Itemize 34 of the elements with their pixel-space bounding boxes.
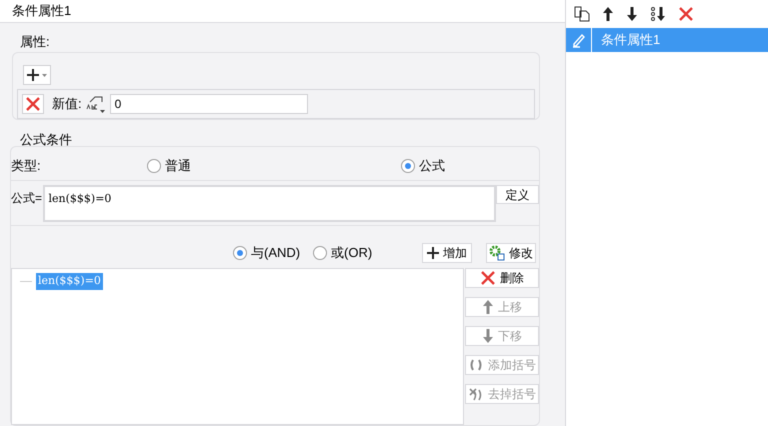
panel-title: 条件属性1 bbox=[12, 2, 72, 20]
modify-button[interactable]: 修改 bbox=[486, 243, 536, 263]
pencil-icon bbox=[570, 32, 586, 48]
section-label: 属性: bbox=[20, 35, 51, 48]
brackets-cross-icon bbox=[468, 386, 484, 402]
type-label: 类型: bbox=[11, 156, 42, 175]
gear-icon bbox=[489, 245, 506, 261]
move-bottom-icon bbox=[650, 6, 666, 22]
radio-option[interactable]: 公式 bbox=[401, 156, 445, 176]
down-arrow-icon bbox=[482, 328, 494, 344]
remove-button[interactable] bbox=[22, 94, 44, 114]
new-value-field[interactable]: 0 bbox=[110, 94, 308, 114]
text-format-icon bbox=[86, 94, 106, 114]
formula-field[interactable]: len($$$)=0 bbox=[42, 185, 496, 222]
up-arrow-icon bbox=[482, 299, 494, 315]
plus-caret-icon bbox=[26, 68, 48, 82]
close-icon bbox=[25, 96, 41, 112]
section-label: 公式条件 bbox=[20, 133, 73, 146]
new-value-label: 新值: bbox=[52, 95, 82, 114]
copy-icon bbox=[574, 6, 590, 22]
add-button[interactable]: 增加 bbox=[422, 243, 472, 263]
plus-icon bbox=[427, 247, 440, 259]
radio-option[interactable]: 普通 bbox=[147, 156, 401, 176]
down-arrow-icon bbox=[626, 6, 638, 22]
formula-label: 公式= bbox=[11, 190, 43, 207]
close-icon bbox=[678, 6, 694, 22]
action-button[interactable]: 删除 bbox=[465, 268, 539, 288]
radio-option[interactable]: 与(AND) bbox=[233, 243, 313, 263]
brackets-icon bbox=[468, 357, 484, 373]
radio-option[interactable]: 或(OR) bbox=[313, 243, 372, 263]
close-icon bbox=[480, 270, 496, 286]
define-button[interactable]: 定义 bbox=[496, 185, 540, 204]
up-arrow-icon bbox=[602, 6, 614, 22]
add-dropdown-button[interactable] bbox=[23, 65, 51, 85]
